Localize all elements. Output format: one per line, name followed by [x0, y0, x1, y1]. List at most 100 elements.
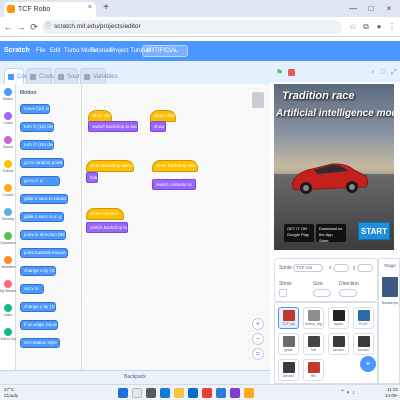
- stage-selector[interactable]: Stage Backdrops: [378, 258, 400, 384]
- project-title-input[interactable]: ARTIFICIAL: [142, 45, 188, 57]
- sprite-tile[interactable]: Arrow1: [328, 333, 349, 355]
- small-stage-icon[interactable]: ▫: [368, 68, 378, 78]
- search-icon[interactable]: [132, 388, 142, 398]
- palette-block[interactable]: go to x: y:: [20, 176, 60, 186]
- tab-costumes[interactable]: Costumes: [26, 68, 66, 84]
- store-icon[interactable]: [188, 388, 198, 398]
- palette-block[interactable]: turn ↺ (15) degrees: [20, 140, 54, 150]
- zoom-reset-button[interactable]: =: [252, 348, 264, 360]
- more-menu-icon[interactable]: ⋮: [387, 22, 397, 32]
- stack3-block[interactable]: hide: [86, 172, 98, 183]
- palette-block[interactable]: glide 1 secs to x: y:: [20, 212, 64, 222]
- close-tab-icon[interactable]: ×: [88, 4, 92, 11]
- stack5-hat[interactable]: when I receive: [86, 208, 124, 220]
- category-my-blocks[interactable]: My Blocks: [0, 278, 16, 299]
- new-tab-button[interactable]: +: [100, 2, 112, 14]
- direction-input[interactable]: [339, 289, 357, 297]
- sprite-tile[interactable]: button_trig: [303, 307, 324, 329]
- category-sensing[interactable]: Sensing: [0, 206, 16, 227]
- forward-icon[interactable]: →: [16, 22, 26, 32]
- google-play-badge[interactable]: GET IT ON Google Play: [284, 224, 314, 242]
- palette-block[interactable]: change x by (10): [20, 266, 56, 276]
- category-text-to-speech[interactable]: Text to Speech: [0, 326, 16, 347]
- backpack-bar[interactable]: Backpack: [0, 370, 270, 384]
- sprite-tile[interactable]: Arrow3: [278, 359, 299, 381]
- site-info-icon[interactable]: ⓘ: [45, 20, 51, 34]
- sprite-tile[interactable]: Apple: [328, 307, 349, 329]
- palette-block[interactable]: move (10) steps: [20, 104, 50, 114]
- edge-icon[interactable]: [160, 388, 170, 398]
- palette-block[interactable]: go to random position: [20, 158, 64, 168]
- star-icon[interactable]: ☆: [348, 22, 358, 32]
- sprite-tile[interactable]: TCF car: [278, 307, 299, 329]
- sprite-tile[interactable]: great: [278, 333, 299, 355]
- palette-block[interactable]: if on edge, bounce: [20, 320, 58, 330]
- stack2-block[interactable]: show: [150, 121, 166, 132]
- extensions-icon[interactable]: ⧉: [361, 22, 371, 32]
- category-variables[interactable]: Variables: [0, 254, 16, 275]
- category-video[interactable]: Video: [0, 302, 16, 323]
- stack5-block[interactable]: switch backdrop to: [86, 222, 128, 233]
- palette-block[interactable]: set rotation style: [20, 338, 60, 348]
- start-button[interactable]: START: [358, 222, 390, 240]
- clock[interactable]: 11:22 14-09-2023: [376, 387, 398, 400]
- stack4-block[interactable]: switch costume to: [152, 179, 196, 190]
- category-motion[interactable]: Motion: [0, 86, 16, 107]
- palette-block[interactable]: point towards mouse-pointer: [20, 248, 68, 258]
- chrome-icon[interactable]: [202, 388, 212, 398]
- palette-block[interactable]: set x to: [20, 284, 44, 294]
- sprite-tile[interactable]: left: [303, 333, 324, 355]
- edit-menu[interactable]: Edit: [50, 41, 60, 61]
- palette-block[interactable]: glide 1 secs to random position: [20, 194, 68, 204]
- large-stage-icon[interactable]: □: [378, 68, 388, 78]
- tab-sounds[interactable]: Sounds: [54, 68, 87, 84]
- category-control[interactable]: Control: [0, 182, 16, 203]
- reload-icon[interactable]: ⟳: [29, 22, 39, 32]
- tab-code[interactable]: Code: [4, 68, 31, 84]
- show-visible-toggle[interactable]: [279, 289, 287, 297]
- stack4-hat[interactable]: when backdrop switches to: [152, 160, 198, 172]
- browser-tab[interactable]: TCF Robo ×: [4, 2, 96, 17]
- add-sprite-button[interactable]: +: [360, 356, 376, 372]
- category-looks[interactable]: Looks: [0, 110, 16, 131]
- maximize-button[interactable]: □: [364, 3, 378, 14]
- stack3-hat[interactable]: when backdrop switches to: [86, 160, 134, 172]
- weather-widget[interactable]: 27°C Cloudy: [4, 387, 18, 399]
- category-sound[interactable]: Sound: [0, 134, 16, 155]
- palette-block[interactable]: change y by (10): [20, 302, 56, 312]
- scratch-app-icon[interactable]: [244, 388, 254, 398]
- palette-block[interactable]: point in direction (90): [20, 230, 66, 240]
- sprite-tile[interactable]: Arrow2: [353, 333, 374, 355]
- category-operators[interactable]: Operators: [0, 230, 16, 251]
- sprite-tile[interactable]: Bin: [303, 359, 324, 381]
- zoom-out-button[interactable]: −: [252, 333, 264, 345]
- zoom-in-button[interactable]: +: [252, 318, 264, 330]
- start-menu-icon[interactable]: [118, 388, 128, 398]
- tab-variables[interactable]: Variables: [80, 68, 118, 84]
- minimize-button[interactable]: —: [346, 3, 360, 14]
- stack1-block[interactable]: switch backdrop to backdrop1: [88, 121, 138, 132]
- sprite-tile[interactable]: PLAY: [353, 307, 374, 329]
- fullscreen-icon[interactable]: ⤢: [389, 68, 399, 78]
- stop-icon[interactable]: [288, 69, 295, 76]
- sprite-name-input[interactable]: TCF car: [293, 264, 323, 272]
- system-tray-icons[interactable]: ⌃ ◐ ♪: [340, 389, 355, 396]
- script-area[interactable]: when clicked switch backdrop to backdrop…: [82, 84, 270, 370]
- file-explorer-icon[interactable]: [174, 388, 184, 398]
- green-flag-icon[interactable]: ⚑: [276, 69, 284, 77]
- url-input[interactable]: ⓘ scratch.mit.edu/projects/editor: [42, 20, 342, 34]
- close-window-button[interactable]: ×: [382, 3, 396, 14]
- profile-icon[interactable]: ●: [374, 22, 384, 32]
- back-icon[interactable]: ←: [3, 22, 13, 32]
- palette-block[interactable]: turn ↻ (15) degrees: [20, 122, 54, 132]
- scratch-logo[interactable]: Scratch: [4, 41, 30, 61]
- teams-icon[interactable]: [230, 388, 240, 398]
- mail-icon[interactable]: [216, 388, 226, 398]
- y-input[interactable]: [357, 264, 373, 272]
- app-store-badge[interactable]: Download on the App Store: [316, 224, 346, 243]
- category-events[interactable]: Events: [0, 158, 16, 179]
- size-input[interactable]: [313, 289, 331, 297]
- stage-canvas[interactable]: Tradition race Artificial intelligence m…: [274, 84, 394, 250]
- file-menu[interactable]: File: [36, 41, 46, 61]
- task-view-icon[interactable]: [146, 388, 156, 398]
